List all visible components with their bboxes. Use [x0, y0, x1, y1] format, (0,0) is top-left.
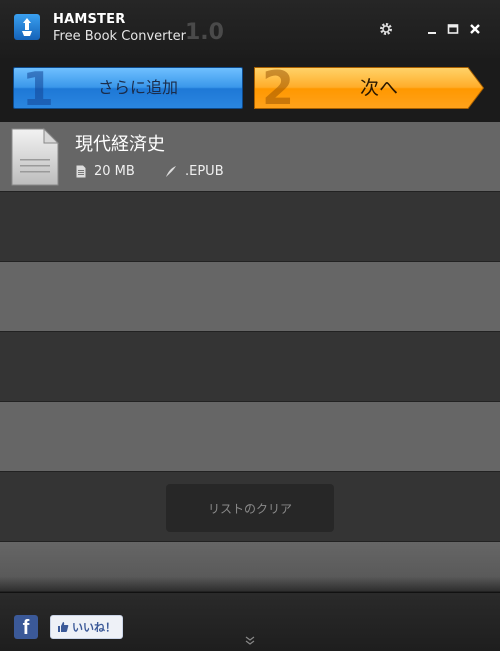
maximize-button[interactable] [444, 20, 462, 38]
close-button[interactable] [466, 20, 484, 38]
title-bar: HAMSTER Free Book Converter 1.0 [0, 0, 500, 58]
facebook-icon[interactable]: f [14, 615, 38, 639]
add-more-label: さらに追加 [97, 78, 178, 97]
empty-row [0, 262, 500, 332]
file-size-value: 20 MB [94, 164, 135, 179]
expand-button[interactable] [243, 631, 257, 650]
file-list: 現代経済史 20 MB .EPUB リストのクリア [0, 122, 500, 592]
maximize-icon [447, 24, 459, 34]
thumbs-up-icon [58, 622, 69, 632]
list-item[interactable]: 現代経済史 20 MB .EPUB [0, 122, 500, 192]
app-version: 1.0 [185, 20, 224, 45]
file-format-value: .EPUB [185, 164, 224, 179]
next-label: 次へ [359, 77, 398, 99]
add-more-button[interactable]: 1 さらに追加 [13, 67, 243, 109]
minimize-icon [428, 32, 436, 34]
minimize-button[interactable] [423, 20, 441, 38]
file-size: 20 MB [76, 164, 135, 179]
settings-button[interactable] [377, 20, 395, 38]
clear-list-button[interactable]: リストのクリア [166, 484, 334, 532]
file-title: 現代経済史 [75, 134, 165, 155]
document-icon [10, 127, 60, 191]
app-name: HAMSTER [53, 12, 126, 27]
like-label: いいね！ [72, 621, 116, 634]
empty-row [0, 542, 500, 592]
hamster-logo-icon [14, 14, 40, 40]
file-size-icon [76, 165, 86, 178]
empty-row [0, 402, 500, 472]
step-bar: 1 さらに追加 2 次へ [0, 58, 500, 122]
like-button[interactable]: いいね！ [50, 615, 123, 639]
quill-icon [166, 166, 176, 177]
app-subtitle: Free Book Converter [53, 29, 186, 44]
next-button[interactable]: 2 次へ [254, 63, 484, 113]
double-chevron-down-icon [245, 636, 255, 645]
empty-row [0, 332, 500, 402]
gear-icon [380, 23, 392, 35]
empty-row [0, 192, 500, 262]
close-icon [470, 24, 480, 34]
footer: f いいね！ [0, 592, 500, 651]
file-format: .EPUB [165, 164, 224, 179]
